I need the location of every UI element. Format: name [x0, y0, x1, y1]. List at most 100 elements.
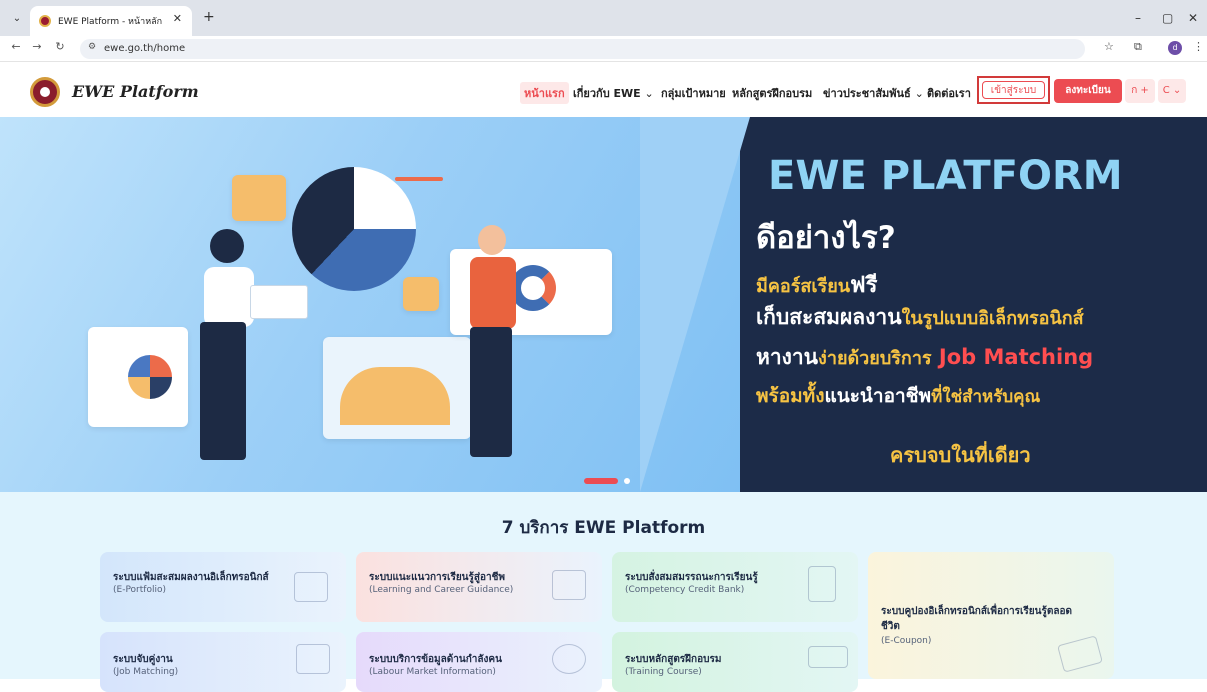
service-card-training-course[interactable]: ระบบหลักสูตรฝึกอบรม (Training Course): [612, 632, 858, 692]
service-name: ระบบจับคู่งาน: [113, 654, 173, 665]
chevron-down-icon: ⌄: [644, 87, 654, 100]
extensions-icon[interactable]: ⧉: [1134, 40, 1142, 54]
service-sub: (Job Matching): [113, 667, 179, 677]
forward-icon[interactable]: →: [29, 40, 45, 53]
browser-tab[interactable]: EWE Platform - หน้าหลัก ✕: [30, 6, 192, 36]
service-sub: (Competency Credit Bank): [625, 585, 745, 595]
hero-divider: [640, 117, 750, 492]
service-card-career-guidance[interactable]: ระบบแนะแนวการเรียนรู้สู่อาชีพ (Learning …: [356, 552, 602, 622]
puzzle-icon: [296, 644, 330, 674]
nav-home[interactable]: หน้าแรก: [520, 82, 569, 104]
site-info-icon[interactable]: ⚙: [88, 42, 96, 52]
dash-line: [395, 177, 443, 181]
hero-final: ครบจบในที่เดียว: [890, 443, 1031, 467]
nav-about[interactable]: เกี่ยวกับ EWE ⌄: [573, 84, 654, 102]
coupon-icon: [1057, 635, 1103, 673]
service-card-labour-market[interactable]: ระบบบริการข้อมูลด้านกำลังคน (Labour Mark…: [356, 632, 602, 692]
service-name: ระบบบริการข้อมูลด้านกำลังคน: [369, 654, 502, 665]
minimize-icon[interactable]: –: [1135, 11, 1141, 25]
hero-line-4: พร้อมทั้งแนะนำอาชีพที่ใช่สำหรับคุณ: [756, 381, 1040, 411]
logo-icon[interactable]: [30, 77, 60, 107]
service-card-ecoupon[interactable]: ระบบคูปองอิเล็กทรอนิกส์เพื่อการเรียนรู้ต…: [868, 552, 1114, 679]
carousel-dot[interactable]: [624, 478, 630, 484]
hero-line-3c: Job Matching: [938, 345, 1094, 369]
person-legs-icon: [470, 327, 512, 457]
folder-icon: [294, 572, 328, 602]
hero-line-4c: ที่ใช่สำหรับคุณ: [931, 387, 1041, 407]
url-input[interactable]: ⚙ ewe.go.th/home: [80, 39, 1085, 59]
big-pie-icon: [292, 167, 416, 291]
service-sub: (Labour Market Information): [369, 667, 496, 677]
hero-line-3a: หางาน: [756, 345, 819, 369]
menu-icon[interactable]: ⋮: [1193, 40, 1204, 53]
back-icon[interactable]: ←: [8, 40, 24, 53]
service-card-job-matching[interactable]: ระบบจับคู่งาน (Job Matching): [100, 632, 346, 692]
checklist-icon: [552, 570, 586, 600]
tab-title: EWE Platform - หน้าหลัก: [58, 17, 163, 27]
chevron-down-icon: ⌄: [914, 87, 924, 100]
star-icon[interactable]: ☆: [1104, 40, 1114, 53]
service-name: ระบบหลักสูตรฝึกอบรม: [625, 654, 722, 665]
helmet-icon: [552, 644, 586, 674]
nav-target-group[interactable]: กลุ่มเป้าหมาย: [661, 84, 726, 102]
person-head-icon: [478, 225, 506, 255]
close-window-icon[interactable]: ✕: [1188, 11, 1198, 25]
reload-icon[interactable]: ↻: [52, 40, 68, 53]
person-head-icon: [210, 229, 244, 263]
person-legs-icon: [200, 322, 246, 460]
login-highlight: เข้าสู่ระบบ: [977, 76, 1050, 104]
hero-line-4a: พร้อมทั้ง: [756, 385, 825, 407]
donut-chart-icon: [510, 265, 556, 311]
hero-line-1b: ฟรี: [850, 273, 878, 298]
new-tab-icon[interactable]: +: [203, 10, 215, 24]
hero-line-4b: แนะนำอาชีพ: [824, 385, 932, 407]
favicon-icon: [39, 15, 51, 27]
color-mode-button[interactable]: C ⌄: [1158, 79, 1186, 103]
nav-news-label: ข่าวประชาสัมพันธ์: [823, 87, 911, 100]
color-mode-label: C: [1162, 85, 1170, 96]
chat-bubble-icon: [403, 277, 439, 311]
font-size-button[interactable]: ก +: [1125, 79, 1155, 103]
service-card-credit-bank[interactable]: ระบบสั่งสมสมรรถนะการเรียนรู้ (Competency…: [612, 552, 858, 622]
services-section: 7 บริการ EWE Platform ระบบแฟ้มสะสมผลงานอ…: [0, 492, 1207, 692]
hero-line-2b: ในรูปแบบอิเล็กทรอนิกส์: [901, 308, 1084, 329]
nav-contact[interactable]: ติดต่อเรา: [927, 84, 971, 102]
graduation-cap-icon: [808, 646, 848, 668]
chat-bubble-icon: [232, 175, 286, 221]
service-name: ระบบคูปองอิเล็กทรอนิกส์เพื่อการเรียนรู้ต…: [881, 606, 1072, 617]
laptop-icon: [250, 285, 308, 319]
hero-subtitle: ดีอย่างไร?: [756, 220, 896, 256]
nav-training[interactable]: หลักสูตรฝึกอบรม: [732, 84, 812, 102]
hero-line-3: หางานง่ายด้วยบริการ Job Matching: [756, 341, 1093, 374]
nav-about-label: เกี่ยวกับ EWE: [573, 87, 641, 100]
tab-search-icon[interactable]: ⌄: [8, 10, 26, 28]
carousel-dot-active[interactable]: [584, 478, 618, 484]
service-sub: (Training Course): [625, 667, 702, 677]
hero-banner[interactable]: EWE PLATFORM ดีอย่างไร? มีคอร์สเรียนฟรี …: [0, 117, 1207, 492]
avatar[interactable]: d: [1168, 41, 1182, 55]
service-name: ระบบแฟ้มสะสมผลงานอิเล็กทรอนิกส์: [113, 572, 269, 583]
restore-icon[interactable]: ▢: [1162, 11, 1173, 25]
service-name-cont: ชีวิต: [881, 621, 900, 632]
address-bar: ← → ↻ ⚙ ewe.go.th/home ☆ ⧉ d ⋮: [0, 36, 1207, 62]
service-card-eportfolio[interactable]: ระบบแฟ้มสะสมผลงานอิเล็กทรอนิกส์ (E-Portf…: [100, 552, 346, 622]
hero-illustration: [0, 117, 740, 492]
service-name: ระบบสั่งสมสมรรถนะการเรียนรู้: [625, 572, 758, 583]
login-button[interactable]: เข้าสู่ระบบ: [982, 81, 1045, 99]
person-shirt-icon: [204, 267, 254, 327]
document-icon: [808, 566, 836, 602]
services-title: 7 บริการ EWE Platform: [501, 518, 706, 538]
register-button[interactable]: ลงทะเบียน: [1054, 79, 1122, 103]
service-sub: (E-Coupon): [881, 636, 932, 646]
nav-news[interactable]: ข่าวประชาสัมพันธ์ ⌄: [823, 84, 924, 102]
hero-line-1a: มีคอร์สเรียน: [756, 276, 851, 297]
pie-chart-icon: [128, 355, 172, 399]
site-header: EWE Platform หน้าแรก เกี่ยวกับ EWE ⌄ กลุ…: [0, 63, 1207, 117]
hero-line-2a: เก็บสะสมผลงาน: [756, 305, 902, 329]
url-text: ewe.go.th/home: [104, 43, 186, 54]
chevron-down-icon: ⌄: [1172, 85, 1182, 96]
browser-tab-bar: ⌄ EWE Platform - หน้าหลัก ✕ + – ▢ ✕: [0, 0, 1207, 36]
logo-text[interactable]: EWE Platform: [72, 82, 199, 101]
close-icon[interactable]: ✕: [173, 12, 182, 25]
service-sub: (Learning and Career Guidance): [369, 585, 514, 595]
